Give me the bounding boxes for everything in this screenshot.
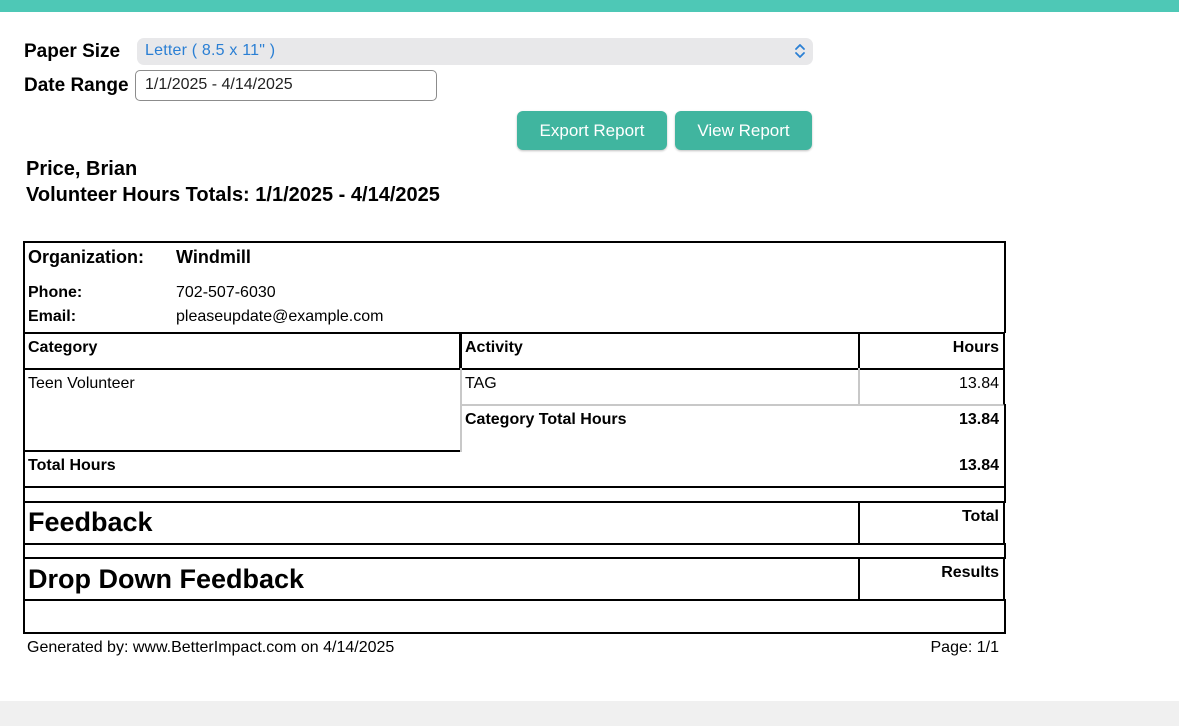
org-value: Windmill <box>176 247 251 267</box>
paper-size-label: Paper Size <box>24 41 121 62</box>
total-hours-row <box>23 450 1006 488</box>
generated-by-text: Generated by: www.BetterImpact.com on 4/… <box>27 639 395 656</box>
activity-header: Activity <box>465 339 523 356</box>
report-title: Volunteer Hours Totals: 1/1/2025 - 4/14/… <box>26 184 440 206</box>
email-label: Email: <box>28 308 77 325</box>
category-total-value: 13.84 <box>958 411 999 428</box>
table-row-category: Teen Volunteer <box>28 375 135 392</box>
date-range-label: Date Range <box>24 75 129 96</box>
activity-row-cell <box>460 368 860 406</box>
dropdown-feedback-heading: Drop Down Feedback <box>28 564 305 594</box>
paper-size-value: Letter ( 8.5 x 11" ) <box>145 42 276 59</box>
org-label: Organization: <box>28 247 144 267</box>
paper-size-select[interactable]: Letter ( 8.5 x 11" ) <box>137 38 813 65</box>
total-hours-value: 13.84 <box>958 457 999 474</box>
page-number: Page: 1/1 <box>930 639 1000 656</box>
table-row-hours: 13.84 <box>958 375 999 392</box>
category-total-label: Category Total Hours <box>465 411 627 428</box>
dropdown-results-header: Results <box>941 564 999 581</box>
hours-header: Hours <box>952 339 999 356</box>
table-row-activity: TAG <box>465 375 497 392</box>
view-report-button[interactable]: View Report <box>675 111 812 150</box>
top-accent-bar <box>0 0 1179 12</box>
bottom-empty-row <box>23 599 1006 634</box>
feedback-heading: Feedback <box>28 507 153 537</box>
chevron-up-down-icon <box>795 44 805 58</box>
feedback-total-header: Total <box>961 508 999 525</box>
date-range-input[interactable] <box>135 70 437 101</box>
bottom-bar <box>0 701 1179 726</box>
phone-label: Phone: <box>28 284 83 301</box>
total-hours-label: Total Hours <box>28 457 116 474</box>
category-header: Category <box>28 339 98 356</box>
email-value: pleaseupdate@example.com <box>176 308 384 325</box>
phone-value: 702-507-6030 <box>176 284 276 301</box>
export-report-button[interactable]: Export Report <box>517 111 667 150</box>
volunteer-name: Price, Brian <box>26 158 138 180</box>
organization-box <box>23 241 1006 333</box>
